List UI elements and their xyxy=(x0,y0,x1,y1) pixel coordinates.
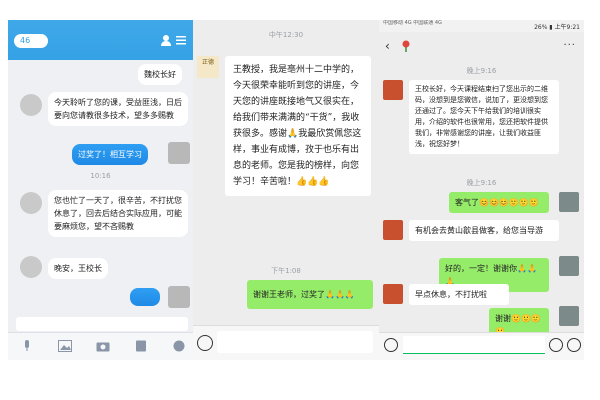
voice-icon[interactable] xyxy=(197,335,213,351)
status-bar: 中国移动 4G 中国联通 4G 26% ▮ 上午9:21 xyxy=(379,20,584,32)
message-input[interactable] xyxy=(217,331,373,353)
menu-icon[interactable] xyxy=(176,35,186,45)
avatar xyxy=(168,142,190,164)
wechat-chat-panel-right: 中国移动 4G 中国联通 4G 26% ▮ 上午9:21 ‹ ··· 晚上9:1… xyxy=(379,20,584,360)
person-icon[interactable] xyxy=(160,34,172,46)
avatar xyxy=(559,192,579,212)
message-bubble: 有机会去黄山歙县做客，给您当导游 xyxy=(409,220,559,241)
carrier-text: 中国移动 4G 中国联通 4G xyxy=(383,20,442,26)
timestamp: 10:16 xyxy=(90,172,111,180)
status-right-text: 26% ▮ 上午9:21 xyxy=(534,24,580,31)
timestamp: 下午1:08 xyxy=(271,267,301,275)
avatar xyxy=(559,256,579,276)
more-icon[interactable]: ··· xyxy=(563,40,576,51)
message-bubble-sent: 谢谢王老师，过奖了🙏🙏🙏 xyxy=(247,280,373,309)
wechat-chat-panel-middle: 中午12:30 正德 王教授，我是亳州十二中学的，今天很荣幸能听到您的讲座，今天… xyxy=(193,20,379,360)
avatar xyxy=(383,284,403,304)
avatar xyxy=(20,192,42,214)
microphone-icon[interactable] xyxy=(20,340,34,352)
message-bubble: 王教授，我是亳州十二中学的，今天很荣幸能听到您的讲座，今天您的讲座既接地气又很实… xyxy=(225,56,371,196)
back-button[interactable]: 46 xyxy=(14,34,48,48)
message-input[interactable] xyxy=(403,336,545,354)
avatar xyxy=(168,286,190,308)
avatar xyxy=(20,94,42,116)
flower-icon xyxy=(402,40,410,52)
timestamp: 晚上9:16 xyxy=(466,179,497,187)
message-bubble-sent: 过奖了！相互学习 xyxy=(72,144,148,165)
emoji-icon[interactable] xyxy=(172,340,186,352)
camera-icon[interactable] xyxy=(96,340,110,352)
qq-chat-panel: 46 魏校长好 今天聆听了您的课，受益匪浅，日后要向您请教很多技术，望多多赐教 … xyxy=(8,20,193,360)
message-bubble: 魏校长好 xyxy=(138,64,182,85)
voice-icon[interactable] xyxy=(384,338,398,352)
back-icon[interactable]: ‹ xyxy=(385,39,390,53)
avatar xyxy=(559,306,579,326)
plus-icon[interactable] xyxy=(567,338,581,352)
avatar xyxy=(383,80,403,100)
avatar-label: 正德 xyxy=(201,59,214,66)
avatar xyxy=(383,220,403,240)
avatar: 正德 xyxy=(197,56,219,78)
message-bubble-sent: 客气了😊😊😊🙂🙂🙂 xyxy=(449,192,549,213)
message-bubble: 今天聆听了您的课，受益匪浅，日后要向您请教很多技术，望多多赐教 xyxy=(48,92,188,126)
message-bubble: 您也忙了一天了，很辛苦，不打扰您休息了，回去后结合实际应用，可能要麻烦您，望不吝… xyxy=(48,190,188,237)
message-input[interactable] xyxy=(16,317,188,331)
emoji-icon[interactable] xyxy=(549,338,563,352)
red-packet-icon[interactable] xyxy=(134,340,148,352)
message-bubble: 王校长好，今天课程结束扫了您出示的二维码，没想到是您微信，说加了，更没想到您还通… xyxy=(409,80,559,154)
timestamp: 晚上9:16 xyxy=(466,67,497,75)
screenshot-collage: 46 魏校长好 今天聆听了您的课，受益匪浅，日后要向您请教很多技术，望多多赐教 … xyxy=(0,0,600,400)
message-bubble-sent xyxy=(130,288,160,306)
back-count: 46 xyxy=(20,36,31,45)
avatar xyxy=(20,256,42,278)
image-icon[interactable] xyxy=(58,340,72,352)
timestamp: 中午12:30 xyxy=(268,31,304,39)
message-bubble: 早点休息，不打扰啦 xyxy=(409,284,509,305)
message-bubble: 晚安，王校长 xyxy=(48,258,108,279)
